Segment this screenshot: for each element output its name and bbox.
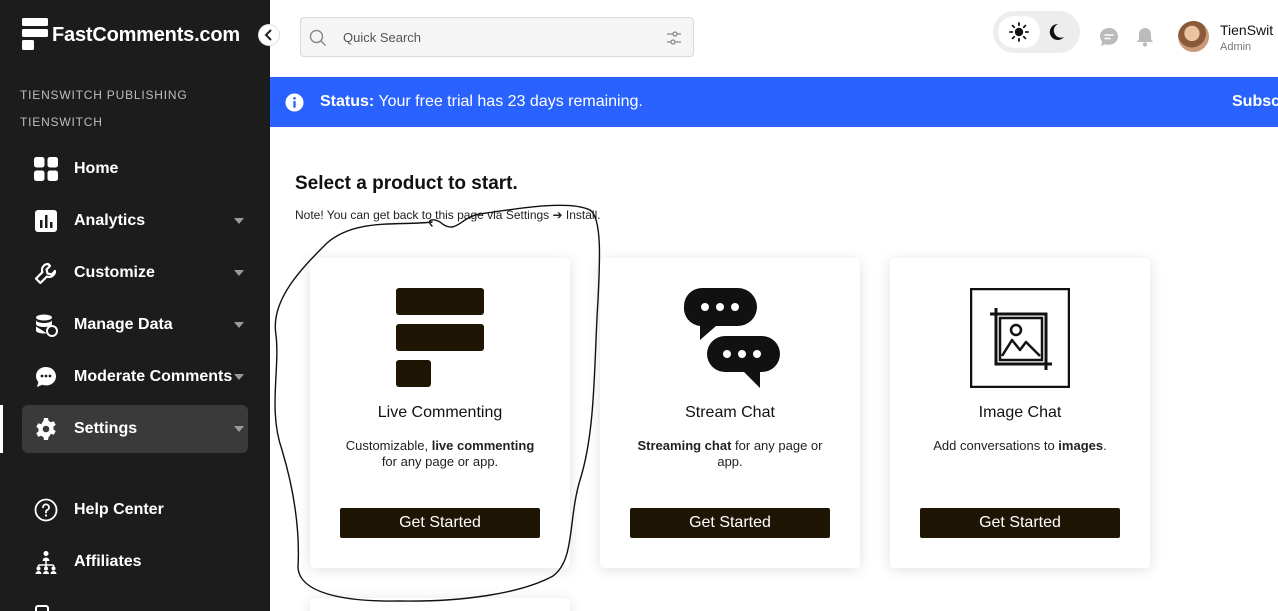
get-started-button[interactable]: Get Started (920, 508, 1120, 538)
product-card-live-commenting: Live Commenting Customizable, live comme… (310, 258, 570, 568)
sidebar-item-help-center[interactable]: Help Center (22, 486, 248, 534)
filter-icon[interactable] (665, 29, 683, 47)
chevron-down-icon (234, 218, 244, 224)
avatar[interactable] (1178, 21, 1209, 52)
fastcomments-logo-icon (22, 18, 48, 50)
comment-icon (36, 367, 56, 387)
status-banner: Status: Your free trial has 23 days rema… (270, 77, 1278, 127)
product-card-image-chat: Image Chat Add conversations to images. … (890, 258, 1150, 568)
product-card-stream-chat: Stream Chat Streaming chat for any page … (600, 258, 860, 568)
dark-mode-button[interactable] (1043, 19, 1069, 45)
chat-bubbles-icon (683, 288, 780, 388)
search-placeholder: Quick Search (343, 30, 422, 45)
search-input[interactable]: Quick Search (300, 17, 694, 57)
sun-icon (1009, 22, 1029, 42)
grid-icon (34, 157, 58, 181)
card-description: Add conversations to images. (933, 438, 1107, 453)
sidebar-item-label: Settings (74, 420, 138, 437)
status-text: Your free trial has 23 days remaining. (378, 93, 643, 110)
sidebar-item-label: Affiliates (74, 553, 142, 570)
wrench-icon (34, 262, 57, 285)
chevron-down-icon (234, 426, 244, 432)
sidebar-item-logout[interactable] (22, 590, 248, 611)
card-title: Image Chat (978, 404, 1062, 421)
bell-icon[interactable] (1134, 26, 1156, 48)
status-message: Status: Your free trial has 23 days rema… (320, 93, 643, 111)
chevron-down-icon (234, 322, 244, 328)
logout-icon (35, 605, 49, 611)
get-started-button[interactable]: Get Started (340, 508, 540, 538)
account-name: TIENSWITCH (20, 115, 103, 129)
chart-icon (35, 210, 57, 232)
sidebar-item-label: Customize (74, 264, 155, 281)
chevron-left-icon (264, 29, 272, 41)
sidebar-item-manage-data[interactable]: Manage Data (22, 301, 248, 349)
card-description: Customizable, live commenting for any pa… (345, 438, 535, 469)
page-title: Select a product to start. (295, 173, 518, 194)
sidebar-item-analytics[interactable]: Analytics (22, 197, 248, 245)
info-icon (285, 93, 304, 112)
theme-toggle[interactable] (993, 11, 1080, 53)
sidebar-item-label: Manage Data (74, 316, 173, 333)
sidebar-item-customize[interactable]: Customize (22, 249, 248, 297)
user-name[interactable]: TienSwit (1220, 22, 1273, 38)
live-commenting-icon (396, 288, 484, 387)
network-icon (35, 551, 57, 574)
app-logo[interactable]: FastComments.com (22, 18, 240, 52)
user-role: Admin (1220, 41, 1252, 53)
tenant-name: TIENSWITCH PUBLISHING (20, 88, 188, 102)
chat-icon[interactable] (1098, 26, 1120, 48)
gear-icon (36, 418, 56, 440)
subscribe-link[interactable]: Subsc (1232, 93, 1278, 111)
active-indicator (0, 405, 3, 453)
collapse-sidebar-button[interactable] (258, 24, 280, 46)
sidebar-item-moderate-comments[interactable]: Moderate Comments (22, 353, 248, 401)
chevron-down-icon (234, 374, 244, 380)
sidebar-item-settings[interactable]: Settings (22, 405, 248, 453)
page-note: Note! You can get back to this page via … (295, 208, 601, 222)
card-title: Stream Chat (685, 404, 775, 421)
image-crop-icon (970, 288, 1070, 388)
get-started-button[interactable]: Get Started (630, 508, 830, 538)
sidebar: FastComments.com TIENSWITCH PUBLISHING T… (0, 0, 270, 611)
sidebar-item-label: Analytics (74, 212, 146, 229)
product-card-partial (310, 598, 570, 611)
card-title: Live Commenting (377, 404, 503, 421)
sidebar-item-home[interactable]: Home (22, 145, 248, 193)
sidebar-item-label: Help Center (74, 501, 164, 518)
search-icon (309, 29, 326, 46)
sidebar-item-label: Home (74, 160, 119, 177)
logo-text: FastComments.com (52, 23, 240, 46)
status-label: Status: (320, 93, 375, 110)
moon-icon (1049, 23, 1064, 40)
database-icon (36, 314, 58, 337)
light-mode-button[interactable] (998, 16, 1040, 48)
card-description: Streaming chat for any page or app. (637, 438, 823, 469)
sidebar-item-label: Moderate Comments (74, 368, 233, 385)
sidebar-item-affiliates[interactable]: Affiliates (22, 538, 248, 586)
chevron-down-icon (234, 270, 244, 276)
help-icon (34, 498, 58, 522)
